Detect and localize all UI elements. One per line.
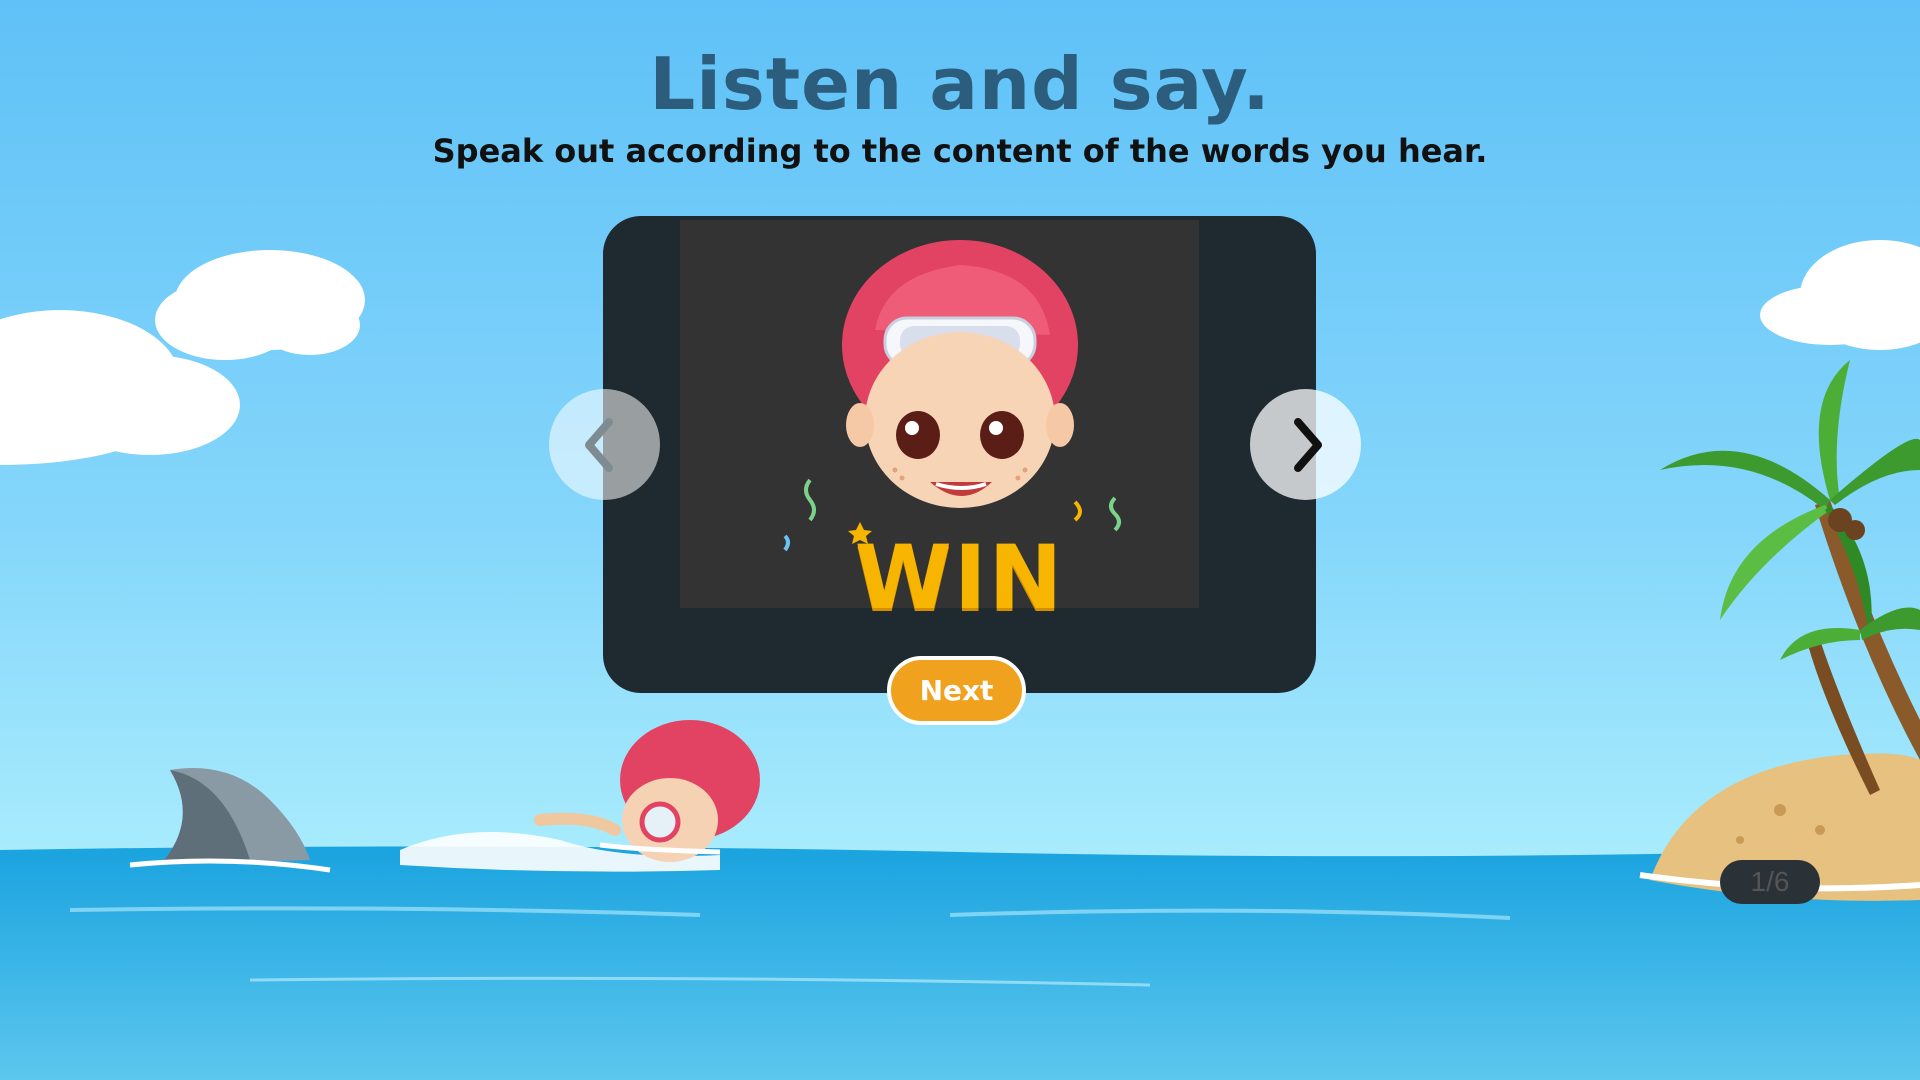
next-slide-button[interactable] <box>1250 389 1361 500</box>
flashcard: WIN 1/6 <box>603 216 1820 904</box>
word-label: WIN <box>854 526 1065 629</box>
instruction-text: Speak out according to the content of th… <box>432 132 1488 170</box>
chevron-left-icon <box>585 418 613 472</box>
sea <box>0 846 1920 1080</box>
next-button[interactable]: Next <box>887 656 1026 725</box>
chevron-right-icon <box>1294 418 1322 472</box>
page-title: Listen and say. <box>649 42 1271 126</box>
page-counter: 1/6 <box>1720 860 1820 904</box>
previous-button[interactable] <box>549 389 660 500</box>
